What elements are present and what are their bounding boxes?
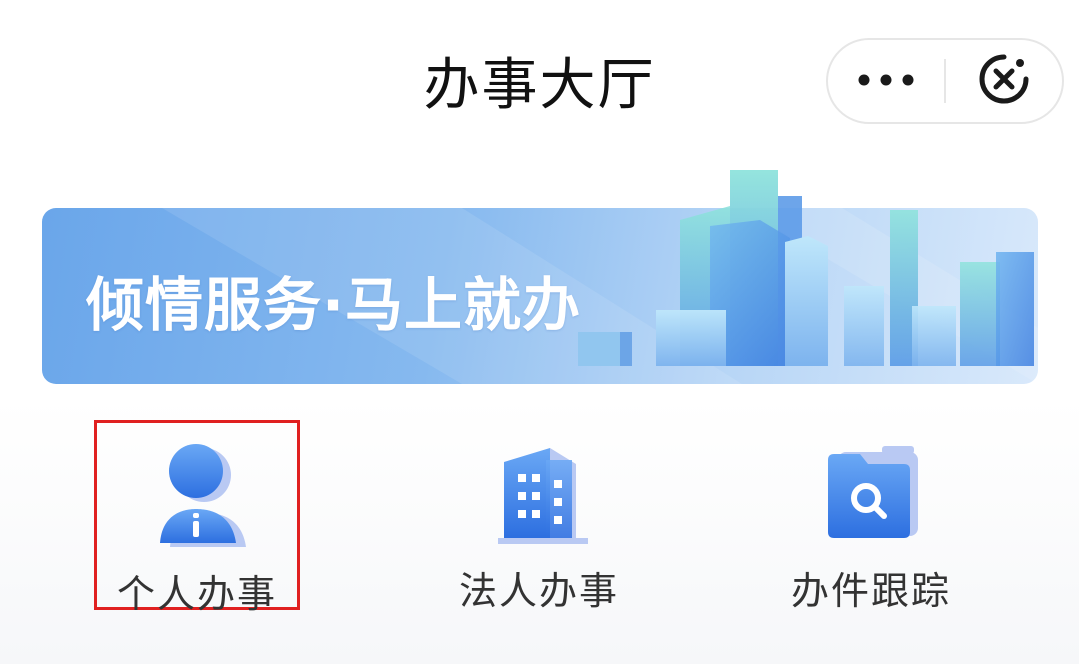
banner[interactable]: 倾情服务·马上就办 (42, 208, 1038, 384)
service-tracking-label: 办件跟踪 (790, 569, 951, 613)
mini-program-capsule (826, 38, 1064, 124)
close-circle-icon (978, 53, 1030, 109)
building-icon (484, 438, 594, 548)
close-button[interactable] (946, 40, 1062, 122)
service-personal-label: 个人办事 (116, 572, 277, 616)
folder-search-icon (816, 438, 926, 548)
service-legal-label: 法人办事 (458, 569, 619, 613)
person-icon (142, 441, 252, 551)
service-grid: 个人办事 法人办事 办件跟踪 (0, 420, 1079, 620)
service-legal[interactable]: 法人办事 (436, 420, 642, 613)
more-button[interactable] (828, 40, 944, 122)
more-dots-icon (856, 72, 916, 91)
service-personal[interactable]: 个人办事 (94, 420, 300, 616)
service-tracking[interactable]: 办件跟踪 (768, 420, 974, 613)
page: 办事大厅 倾情服务·马上就办 个人办事 法人办事 办件跟踪 (0, 0, 1079, 664)
banner-slogan: 倾情服务·马上就办 (86, 271, 582, 339)
